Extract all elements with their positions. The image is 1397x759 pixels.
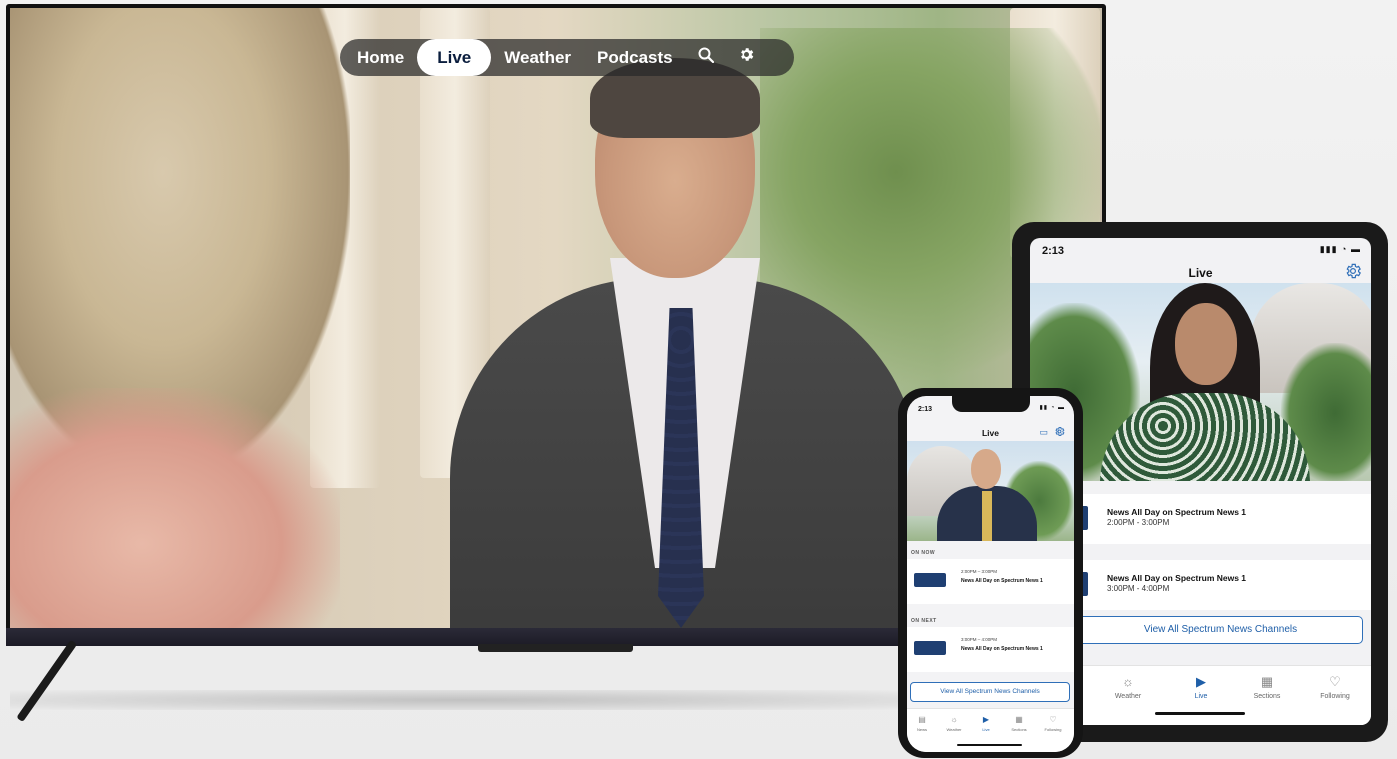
woman-shoulder (10, 388, 340, 628)
tab-label: Live (1194, 693, 1208, 700)
tab-live[interactable]: ▶ Live (971, 715, 1001, 732)
tab-bar: ▤ News ☼ Weather ▶ Live ▦ Sections ♡ Fol… (907, 708, 1074, 752)
view-all-channels-button[interactable]: View All Spectrum News Channels (1078, 616, 1363, 644)
schedule-row-on-next[interactable]: 3:00PM – 4:00PM News All Day on Spectrum… (907, 627, 1074, 672)
schedule-row-on-now[interactable]: 2:00PM – 3:00PM News All Day on Spectrum… (907, 559, 1074, 604)
tab-weather[interactable]: ☼ Weather (939, 715, 969, 732)
tab-label: Weather (946, 727, 962, 732)
nav-live[interactable]: Live (417, 39, 492, 76)
status-icons: ▮▮▮ ◔ ▬ (1319, 244, 1361, 254)
news-icon: ▤ (918, 715, 926, 724)
tab-following[interactable]: ♡ Following (1038, 715, 1068, 732)
program-time: 2:00PM - 3:00PM (1107, 518, 1170, 527)
tab-label: Weather (1114, 693, 1142, 700)
tv-base (478, 644, 633, 652)
program-title: News All Day on Spectrum News 1 (961, 646, 1043, 652)
tab-label: Sections (1011, 727, 1027, 732)
nav-home[interactable]: Home (344, 39, 417, 76)
home-indicator (957, 744, 1022, 746)
play-icon: ▶ (1196, 674, 1206, 689)
tab-sections[interactable]: ▦ Sections (1237, 674, 1297, 700)
sun-icon: ☼ (950, 715, 958, 724)
home-indicator (1155, 712, 1245, 715)
tab-live[interactable]: ▶ Live (1171, 674, 1231, 700)
tab-label: Following (1044, 727, 1062, 732)
phone-screen: 2:13 ▮▮ ◔ ▬ Live ▭ ON NOW 2:00PM – 3:00P… (907, 396, 1074, 752)
status-icons: ▮▮ ◔ ▬ (1039, 405, 1065, 411)
program-title: News All Day on Spectrum News 1 (961, 578, 1043, 584)
play-icon: ▶ (982, 715, 990, 724)
sun-icon: ☼ (1122, 674, 1134, 689)
tab-following[interactable]: ♡ Following (1305, 674, 1365, 700)
program-title: News All Day on Spectrum News 1 (1107, 573, 1247, 583)
tv-top-nav: Home Live Weather Podcasts (340, 39, 794, 76)
status-time: 2:13 (1042, 245, 1065, 257)
spectrum-news-logo (914, 641, 946, 655)
nav-podcasts[interactable]: Podcasts (584, 39, 686, 76)
phone-device: 2:13 ▮▮ ◔ ▬ Live ▭ ON NOW 2:00PM – 3:00P… (898, 388, 1083, 758)
section-label-on-now: ON NOW (911, 550, 936, 556)
program-time: 2:00PM – 3:00PM (961, 569, 998, 574)
program-title: News All Day on Spectrum News 1 (1107, 507, 1247, 517)
grid-icon: ▦ (1260, 674, 1274, 689)
page-title: Live (1188, 266, 1213, 280)
live-video-player[interactable] (907, 441, 1074, 541)
anchor-face (1175, 303, 1237, 385)
anchor-tie (982, 491, 992, 541)
program-time: 3:00PM - 4:00PM (1107, 584, 1170, 593)
tab-label: Live (982, 727, 990, 732)
tab-weather[interactable]: ☼ Weather (1098, 674, 1158, 700)
heart-icon: ♡ (1049, 715, 1057, 724)
tab-label: Sections (1253, 693, 1281, 700)
spectrum-news-logo (914, 573, 946, 587)
heart-icon: ♡ (1329, 674, 1341, 689)
anchor-head (971, 449, 1001, 489)
nav-weather[interactable]: Weather (491, 39, 584, 76)
tv-shadow (10, 690, 910, 710)
grid-icon: ▦ (1015, 715, 1023, 724)
view-all-channels-button[interactable]: View All Spectrum News Channels (910, 682, 1070, 702)
program-time: 3:00PM – 4:00PM (961, 637, 998, 642)
tab-label: Following (1320, 693, 1350, 700)
status-time: 2:13 (918, 406, 933, 413)
tab-label: News (916, 727, 927, 732)
page-title: Live (981, 428, 999, 438)
phone-notch (952, 396, 1030, 412)
tab-news[interactable]: ▤ News (907, 715, 937, 732)
search-icon[interactable] (686, 39, 726, 76)
section-label-on-next: ON NEXT (911, 618, 937, 624)
gear-icon[interactable] (1054, 426, 1065, 440)
tab-sections[interactable]: ▦ Sections (1004, 715, 1034, 732)
gear-icon[interactable] (726, 39, 767, 76)
gear-icon[interactable] (1344, 262, 1362, 280)
cast-icon[interactable]: ▭ (1039, 427, 1048, 438)
